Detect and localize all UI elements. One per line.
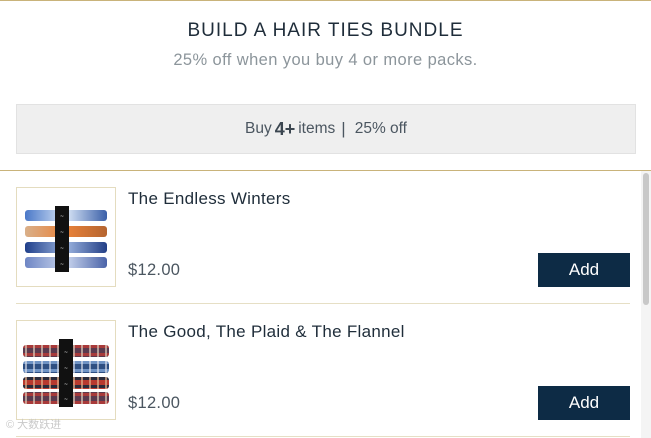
svg-text:~: ~ [64, 382, 68, 388]
deal-separator: | [341, 119, 346, 138]
deal-suffix: items [298, 120, 336, 137]
product-image[interactable]: ~ ~ ~ ~ [16, 320, 116, 420]
add-to-bundle-button[interactable]: Add [538, 253, 630, 287]
product-list-scrollbar[interactable] [641, 171, 651, 438]
product-item: ~ ~ ~ ~ The Endless Winters $12.00 Add [16, 185, 630, 304]
product-price: $12.00 [128, 261, 181, 279]
deal-discount: 25% off [354, 120, 407, 137]
bundle-header: BUILD A HAIR TIES BUNDLE 25% off when yo… [0, 0, 651, 171]
hair-ties-plaid-icon: ~ ~ ~ ~ [23, 339, 109, 407]
product-price: $12.00 [128, 394, 181, 412]
product-image[interactable]: ~ ~ ~ ~ [16, 187, 116, 287]
bundle-deal-bar: Buy 4+ items | 25% off [16, 104, 636, 154]
svg-text:~: ~ [64, 397, 68, 403]
svg-text:~: ~ [60, 262, 64, 268]
page-subtitle: 25% off when you buy 4 or more packs. [173, 51, 478, 69]
watermark: © 大数跃进 [6, 419, 62, 431]
hair-ties-winter-icon: ~ ~ ~ ~ [25, 206, 107, 272]
section-rule [0, 170, 651, 171]
svg-text:~: ~ [64, 366, 68, 372]
deal-quantity: 4+ [274, 118, 296, 139]
product-item: ~ ~ ~ ~ The Good, The Plaid & The Flanne… [16, 318, 630, 437]
svg-text:~: ~ [60, 214, 64, 220]
add-to-bundle-button[interactable]: Add [538, 386, 630, 420]
product-divider [16, 303, 630, 304]
page-title: BUILD A HAIR TIES BUNDLE [187, 20, 464, 41]
product-divider [16, 436, 630, 437]
product-name[interactable]: The Good, The Plaid & The Flannel [128, 322, 405, 342]
svg-text:~: ~ [60, 230, 64, 236]
svg-text:~: ~ [64, 350, 68, 356]
svg-text:~: ~ [60, 246, 64, 252]
product-name[interactable]: The Endless Winters [128, 189, 291, 209]
scrollbar-thumb[interactable] [643, 173, 649, 305]
deal-prefix: Buy [244, 120, 272, 137]
